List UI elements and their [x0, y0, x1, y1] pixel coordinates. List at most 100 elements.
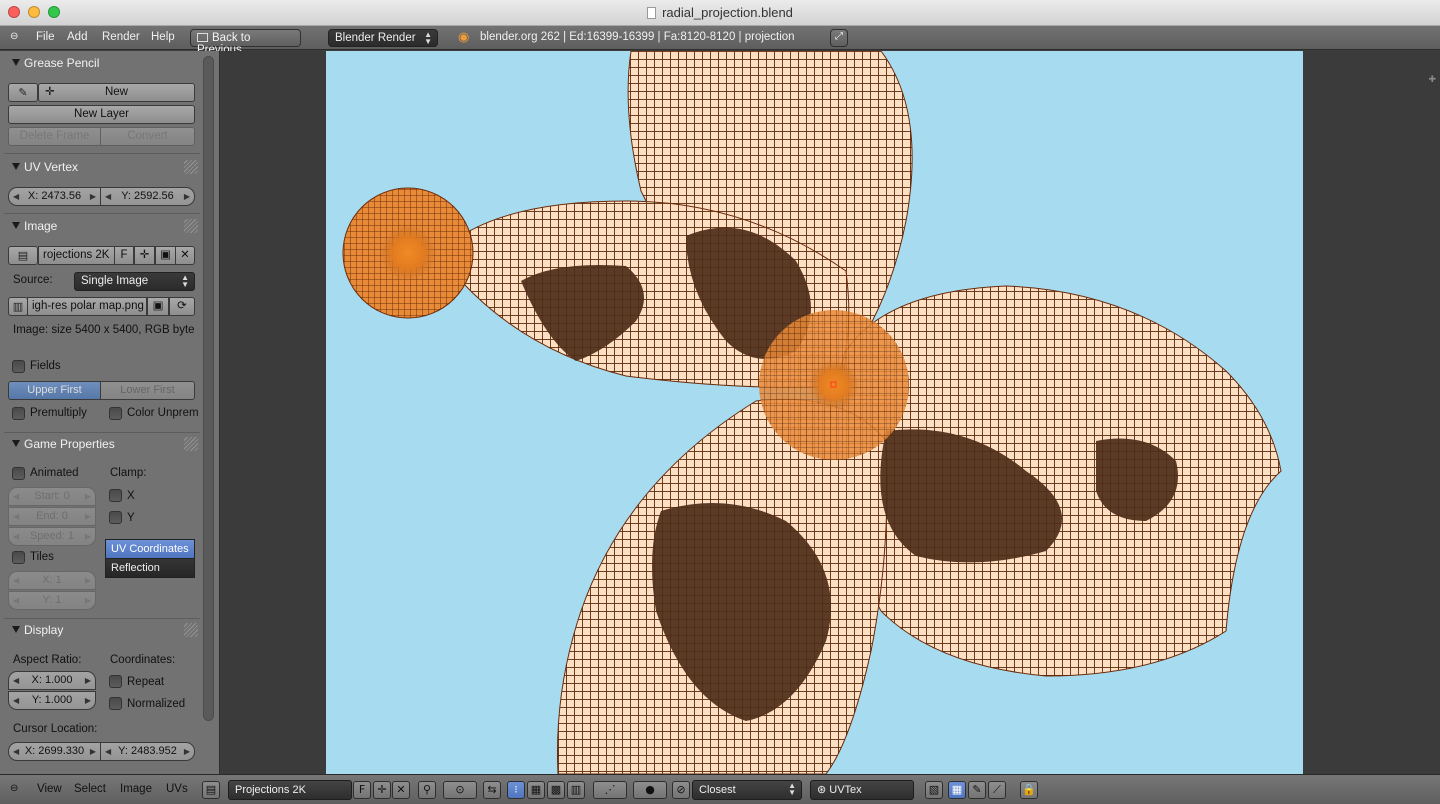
decrement-arrow-icon[interactable]: ◀: [105, 188, 111, 205]
mapping-uv-coordinates-option[interactable]: UV Coordinates: [105, 539, 195, 559]
uv-map-select[interactable]: ⊛ UVTex: [810, 780, 914, 800]
fullscreen-toggle-icon[interactable]: ⤢: [830, 29, 848, 47]
edge-select-mode-icon[interactable]: ▦: [527, 781, 545, 799]
speed-field[interactable]: ◀ Speed: 1 ▶: [8, 527, 96, 546]
lock-icon[interactable]: 🔒: [1020, 781, 1038, 799]
reload-icon[interactable]: ⟳: [169, 297, 195, 316]
unlink-close-icon[interactable]: ✕: [392, 781, 410, 799]
image-name-field[interactable]: rojections 2K: [38, 246, 115, 265]
image-source-select[interactable]: Single Image ▲ ▼: [74, 272, 195, 291]
face-select-mode-icon[interactable]: ▩: [547, 781, 565, 799]
uv-image-editor-viewport[interactable]: ✚: [221, 51, 1440, 774]
color-unprem-checkbox[interactable]: [109, 407, 122, 420]
decrement-arrow-icon[interactable]: ◀: [13, 488, 19, 505]
tiles-y-field[interactable]: ◀ Y: 1 ▶: [8, 591, 96, 610]
paint-mode-icon[interactable]: ▧: [925, 781, 943, 799]
menu-add[interactable]: Add: [67, 31, 87, 43]
increment-arrow-icon[interactable]: ▶: [85, 488, 91, 505]
brush-icon[interactable]: ✎: [968, 781, 986, 799]
normalized-checkbox[interactable]: [109, 697, 122, 710]
uv-vertex-x-field[interactable]: ◀ X: 2473.56 ▶: [8, 187, 101, 206]
cursor-x-field[interactable]: ◀ X: 2699.330 ▶: [8, 742, 101, 761]
image-browse-icon[interactable]: ▤: [202, 781, 220, 799]
unlink-close-icon[interactable]: ✕: [175, 246, 195, 265]
pin-icon[interactable]: ⚲: [418, 781, 436, 799]
aspect-y-field[interactable]: ◀ Y: 1.000 ▶: [8, 691, 96, 710]
decrement-arrow-icon[interactable]: ◀: [13, 592, 19, 609]
file-open-icon[interactable]: ▣: [147, 297, 169, 316]
footer-image-name-field[interactable]: Projections 2K: [228, 780, 352, 800]
increment-arrow-icon[interactable]: ▶: [184, 743, 190, 760]
menu-image[interactable]: Image: [120, 783, 152, 795]
panel-grip-icon[interactable]: [184, 623, 198, 637]
sidebar-scrollbar[interactable]: [203, 56, 214, 721]
render-engine-select[interactable]: Blender Render ▲ ▼: [328, 29, 438, 47]
checker-display-icon[interactable]: ▦: [948, 781, 966, 799]
increment-arrow-icon[interactable]: ▶: [85, 572, 91, 589]
decrement-arrow-icon[interactable]: ◀: [13, 528, 19, 545]
back-to-previous-button[interactable]: Back to Previous: [190, 29, 301, 56]
proportional-editing-icon[interactable]: ⋰: [593, 781, 627, 799]
menu-view[interactable]: View: [37, 783, 62, 795]
clamp-x-checkbox[interactable]: [109, 489, 122, 502]
display-header[interactable]: Display: [4, 620, 200, 642]
panel-grip-icon[interactable]: [184, 160, 198, 174]
uv-mesh-projection[interactable]: [326, 51, 1303, 774]
premultiply-checkbox[interactable]: [12, 407, 25, 420]
decrement-arrow-icon[interactable]: ◀: [13, 743, 19, 760]
editor-type-icon[interactable]: ⊖: [10, 31, 18, 42]
panel-grip-icon[interactable]: [184, 219, 198, 233]
menu-file[interactable]: File: [36, 31, 55, 43]
panel-grip-icon[interactable]: [184, 437, 198, 451]
tiles-x-field[interactable]: ◀ X: 1 ▶: [8, 571, 96, 590]
falloff-type-icon[interactable]: ●: [633, 781, 667, 799]
decrement-arrow-icon[interactable]: ◀: [13, 572, 19, 589]
animated-checkbox[interactable]: [12, 467, 25, 480]
viewport-region-toggle-icon[interactable]: ✚: [1428, 75, 1436, 85]
start-frame-field[interactable]: ◀ Start: 0 ▶: [8, 487, 96, 506]
decrement-arrow-icon[interactable]: ◀: [13, 188, 19, 205]
cursor-y-field[interactable]: ◀ Y: 2483.952 ▶: [100, 742, 195, 761]
file-browse-icon[interactable]: ▥: [8, 297, 28, 316]
vertex-select-mode-icon[interactable]: ⁝: [507, 781, 525, 799]
uv-vertex-y-field[interactable]: ◀ Y: 2592.56 ▶: [100, 187, 195, 206]
stroke-icon[interactable]: ⟋: [988, 781, 1006, 799]
open-folder-icon[interactable]: ▣: [155, 246, 176, 265]
fake-user-toggle[interactable]: F: [114, 246, 134, 265]
grease-pencil-header[interactable]: Grease Pencil: [4, 53, 200, 75]
menu-select[interactable]: Select: [74, 783, 106, 795]
sync-selection-icon[interactable]: ⇆: [483, 781, 501, 799]
new-image-icon[interactable]: ✛: [134, 246, 155, 265]
uv-vertex-header[interactable]: UV Vertex: [4, 157, 200, 179]
end-frame-field[interactable]: ◀ End: 0 ▶: [8, 507, 96, 526]
game-properties-header[interactable]: Game Properties: [4, 434, 200, 456]
aspect-x-field[interactable]: ◀ X: 1.000 ▶: [8, 671, 96, 690]
increment-arrow-icon[interactable]: ▶: [90, 743, 96, 760]
tiles-checkbox[interactable]: [12, 551, 25, 564]
increment-arrow-icon[interactable]: ▶: [85, 508, 91, 525]
pencil-icon[interactable]: ✎: [8, 83, 38, 102]
island-select-mode-icon[interactable]: ▥: [567, 781, 585, 799]
decrement-arrow-icon[interactable]: ◀: [105, 743, 111, 760]
sticky-selection-select[interactable]: Closest ▲ ▼: [692, 780, 802, 800]
upper-first-option[interactable]: Upper First: [8, 381, 101, 400]
decrement-arrow-icon[interactable]: ◀: [13, 672, 19, 689]
increment-arrow-icon[interactable]: ▶: [184, 188, 190, 205]
pivot-point-icon[interactable]: ⊙: [443, 781, 477, 799]
decrement-arrow-icon[interactable]: ◀: [13, 508, 19, 525]
snap-icon[interactable]: ⊘: [672, 781, 690, 799]
decrement-arrow-icon[interactable]: ◀: [13, 692, 19, 709]
new-layer-button[interactable]: New Layer: [8, 105, 195, 124]
increment-arrow-icon[interactable]: ▶: [85, 592, 91, 609]
increment-arrow-icon[interactable]: ▶: [85, 672, 91, 689]
new-image-icon[interactable]: ✛: [373, 781, 391, 799]
clamp-y-checkbox[interactable]: [109, 511, 122, 524]
repeat-checkbox[interactable]: [109, 675, 122, 688]
lower-first-option[interactable]: Lower First: [100, 381, 195, 400]
image-filepath-field[interactable]: igh-res polar map.png: [27, 297, 147, 316]
convert-button[interactable]: Convert: [100, 127, 195, 146]
menu-render[interactable]: Render: [102, 31, 140, 43]
footer-fake-user-toggle[interactable]: F: [353, 781, 371, 799]
increment-arrow-icon[interactable]: ▶: [90, 188, 96, 205]
delete-frame-button[interactable]: Delete Frame: [8, 127, 101, 146]
